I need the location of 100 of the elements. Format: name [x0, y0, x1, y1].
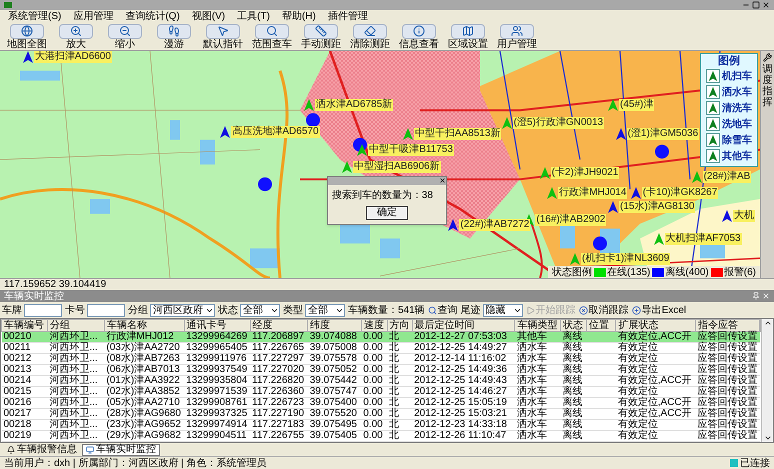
table-cell: 00218 — [4, 419, 32, 430]
users-icon — [511, 25, 523, 37]
table-row[interactable]: 00218 河西环卫... (23水)津AG9652 13299974914 117.227183 39.075495 0.00 北 2012-12-23 14:33:18 洒水车 离线 有效定位 应答回传设置 — [2, 420, 760, 430]
scroll-down-icon[interactable] — [764, 434, 772, 442]
vehicle-label[interactable]: (16#)津AB2902 — [535, 214, 606, 226]
connection-status: 已连接 — [740, 456, 770, 469]
dropdown[interactable]: 全部 — [305, 304, 345, 316]
table-cell: 河西环卫... — [49, 408, 98, 419]
menu-item[interactable]: 帮助(H) — [282, 9, 316, 24]
table-cell: (01水)津AA3922 — [106, 375, 180, 386]
vehicle-label[interactable]: (卡10)津GK8267 — [642, 187, 718, 200]
table-cell: 00213 — [4, 364, 32, 375]
scroll-up-icon[interactable] — [764, 319, 772, 327]
vehicle-label[interactable]: (机扫卡1)津NL3609 — [581, 253, 670, 266]
table-cell: 河西环卫... — [49, 397, 98, 408]
table-cell: 北 — [389, 364, 400, 375]
vehicle-cluster-icon[interactable] — [258, 177, 272, 192]
vehicle-label[interactable]: (澄1)津GM5036 — [626, 128, 700, 140]
vehicle-label[interactable]: 洒水津AD6785新 — [315, 98, 394, 111]
table-cell: 39.075520 — [310, 408, 357, 419]
toolbar-button[interactable]: 导出Excel — [632, 302, 686, 318]
table-cell: 0.00 — [363, 430, 383, 441]
connection-indicator-icon — [730, 459, 738, 467]
toolbar-button[interactable]: 区域设置 — [445, 24, 491, 50]
dropdown[interactable]: 河西区政府 — [150, 304, 215, 316]
menu-item[interactable]: 系统管理(S) — [8, 9, 62, 24]
ok-button[interactable]: 确定 — [366, 206, 408, 220]
vehicle-label[interactable]: (澄5)行政津GN0013 — [512, 116, 604, 129]
table-row[interactable]: 00217 河西环卫... (28水)津AG9680 13299937325 117.227190 39.075520 0.00 北 2012-12-25 15:03:21 洒水车 离线 有效定位,ACC开 应答回传设置 — [2, 408, 760, 420]
vehicle-label[interactable]: (28#)津AB — [702, 171, 752, 184]
table-row[interactable]: 00212 河西环卫... (08水)津AB7263 13299911976 117.227297 39.075578 0.00 北 2012-12-14 11:16:02 洒水车 离线 有效定位 应答回传设置 — [2, 354, 760, 364]
menu-item[interactable]: 应用管理 — [73, 9, 114, 24]
toolbar-button[interactable]: 范围查车 — [249, 24, 295, 50]
toolbar-button[interactable]: 信息查看 — [396, 24, 442, 50]
side-tab[interactable]: 调度指挥 — [760, 51, 774, 278]
table-cell: 离线 — [562, 397, 583, 408]
dropdown[interactable]: 隐藏 — [482, 304, 523, 316]
table-row[interactable]: 00219 河西环卫... (29水)津AG9682 13299904511 117.226755 39.075405 0.00 北 2012-12-26 11:10:47 洒水车 离线 有效定位 应答回传设置 — [2, 430, 760, 442]
tab[interactable]: 车辆报警信息 — [4, 444, 80, 456]
arrow-icon — [706, 69, 720, 83]
dropdown[interactable]: 全部 — [240, 304, 280, 316]
table-cell: 2012-12-25 14:49:36 — [414, 364, 507, 375]
toolbar-button[interactable]: 缩小 — [102, 24, 148, 50]
toolbar-button[interactable]: 手动测距 — [298, 24, 344, 50]
vehicle-label[interactable]: (22#)津AB7272 — [459, 218, 530, 231]
column-header[interactable]: 纬度 — [308, 320, 362, 332]
pin-icon[interactable] — [752, 292, 760, 300]
table-cell: 117.226820 — [252, 375, 304, 386]
dialog-message: 搜索到车的数量为：38 — [330, 188, 434, 203]
close-icon[interactable] — [762, 1, 770, 9]
vehicle-label[interactable]: 高压洗地津AD6570 — [231, 126, 320, 138]
table-row[interactable]: 00216 河西环卫... (05水)津AA2710 13299908761 117.226723 39.075400 0.00 北 2012-12-25 15:05:19 洒水车 离线 有效定位,ACC开 应答回传设置 — [2, 398, 760, 408]
field-label: 尾迹 — [460, 304, 481, 318]
vehicle-cluster-icon[interactable] — [655, 144, 669, 159]
toolbar-button[interactable]: 用户管理 — [494, 24, 540, 50]
table-row[interactable]: 00215 河西环卫... (02水)津AA3852 13299971539 117.226360 39.075747 0.00 北 2012-12-25 14:46:27 洒水车 离线 有效定位 应答回传设置 — [2, 386, 760, 398]
toolbar-button[interactable]: 漫游 — [151, 24, 197, 50]
vehicle-cluster-icon[interactable] — [593, 236, 607, 250]
table-row[interactable]: 00211 河西环卫... (03水)津AA2720 13299965405 117.226765 39.075008 0.00 北 2012-12-25 14:49:27 洒水车 离线 有效定位 应答回传设置 — [2, 342, 760, 354]
menu-item[interactable]: 查询统计(Q) — [125, 9, 180, 24]
table-row[interactable]: 00214 河西环卫... (01水)津AA3922 13299935804 117.226820 39.075442 0.00 北 2012-12-25 14:49:43 洒水车 离线 有效定位,ACC开 应答回传设置 — [2, 376, 760, 386]
close-icon[interactable] — [438, 176, 446, 184]
table-cell: 北 — [389, 353, 400, 364]
table-row[interactable]: 00213 河西环卫... (06水)津AB7013 13299937549 117.227020 39.075052 0.00 北 2012-12-25 14:49:36 洒水车 离线 有效定位 应答回传设置 — [2, 364, 760, 376]
scrollbar[interactable] — [761, 319, 773, 442]
toolbar-button[interactable]: 地图全图 — [4, 24, 50, 50]
vehicle-label[interactable]: 大机扫津AF7053 — [664, 232, 742, 245]
menu-item[interactable]: 视图(V) — [192, 9, 226, 24]
column-header[interactable]: 车辆编号 — [2, 320, 48, 332]
tab[interactable]: 车辆实时监控 — [82, 444, 160, 456]
vehicle-label[interactable]: (卡2)津JH9021 — [550, 166, 620, 179]
toolbar-button[interactable]: 放大 — [53, 24, 99, 50]
table-row[interactable]: 00210 河西环卫... 行政津MHJ012 13299964269 117.206897 39.074088 0.00 北 2012-12-27 07:53:03 其他车 离线 有效定位,ACC开 应答回传设置 — [2, 332, 760, 342]
table-cell: 39.075495 — [310, 419, 357, 430]
vehicle-label[interactable]: (15水)津AG8130 — [619, 200, 696, 213]
toolbar-button[interactable]: 取消跟踪 — [578, 302, 629, 318]
vehicle-label[interactable]: 中型干吸津B11753 — [368, 144, 454, 156]
vehicle-label[interactable]: 中型湿扫AB6906新 — [353, 161, 441, 174]
input-field[interactable] — [24, 304, 62, 316]
vehicle-label[interactable]: 大机 — [733, 210, 755, 222]
menu-item[interactable]: 插件管理 — [328, 9, 368, 24]
table-cell: 00210 — [4, 331, 32, 342]
panel-title: 车辆实时监控 — [4, 290, 64, 304]
toolbar-button[interactable]: 查询 — [428, 302, 458, 318]
field-label: 分组 — [128, 304, 148, 318]
toolbar-button[interactable]: 默认指针 — [200, 24, 246, 50]
button-icon — [428, 306, 437, 314]
maximize-icon[interactable] — [752, 1, 760, 9]
vehicle-label[interactable]: 大港扫津AD6600 — [34, 51, 112, 63]
pointer-icon — [217, 25, 229, 37]
vehicle-label[interactable]: 中型干扫AA8513新 — [414, 128, 502, 140]
vehicle-cluster-icon[interactable] — [306, 113, 320, 127]
toolbar-button[interactable]: 清除测距 — [347, 24, 393, 50]
vehicle-label[interactable]: 行政津MHJ014 — [558, 187, 628, 200]
column-header[interactable]: 最后定位时间 — [412, 320, 515, 332]
table-cell: 39.075747 — [310, 386, 357, 397]
menu-item[interactable]: 工具(T) — [237, 9, 270, 24]
input-field[interactable] — [87, 304, 125, 316]
table-cell: 离线 — [562, 408, 583, 419]
vehicle-label[interactable]: (45#)津 — [619, 98, 654, 111]
